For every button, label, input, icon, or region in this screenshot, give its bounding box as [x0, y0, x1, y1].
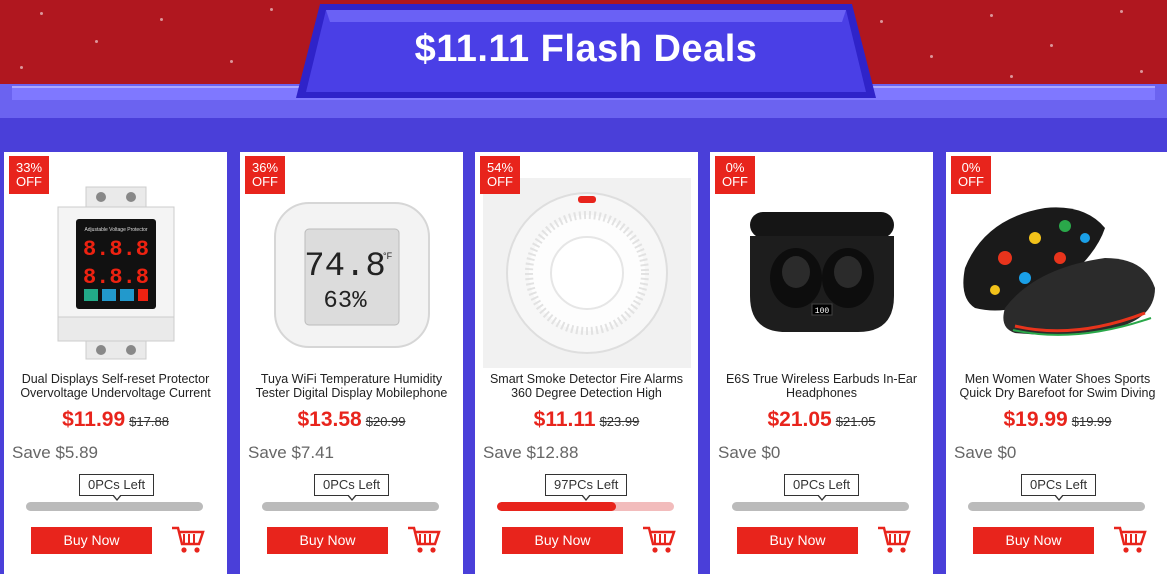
stock-tooltip: 0PCs Left — [314, 474, 390, 501]
wifi-thermometer-hygrometer-icon: 74.8 °F 63% — [274, 202, 430, 348]
savings-text: Save $7.41 — [248, 443, 335, 462]
price-row: $11.99 $17.88 — [4, 408, 227, 432]
stock-progress-fill — [497, 502, 616, 511]
stock-tooltip: 0PCs Left — [1021, 474, 1097, 501]
smoke-detector-icon — [506, 192, 668, 354]
stage-shadow — [0, 118, 1167, 138]
stock-progress-bar — [26, 502, 203, 511]
svg-text:Adjustable Voltage Protector: Adjustable Voltage Protector — [84, 227, 147, 233]
svg-text:63%: 63% — [323, 288, 367, 315]
product-title[interactable]: Smart Smoke Detector Fire Alarms 360 Deg… — [479, 373, 694, 401]
discount-badge: 0% OFF — [951, 156, 991, 194]
stock-tooltip: 0PCs Left — [784, 474, 860, 501]
savings-text: Save $0 — [954, 443, 1017, 462]
product-image[interactable]: Adjustable Voltage Protector 8.8.8 8.8.8 — [12, 178, 220, 368]
buy-now-button[interactable]: Buy Now — [31, 527, 152, 554]
sale-price: $11.11 — [533, 408, 596, 431]
buy-now-button[interactable]: Buy Now — [267, 527, 388, 554]
price-row: $11.11 $23.99 — [475, 408, 698, 432]
product-card[interactable]: 0% OFF Men Women Water Shoes Sports Quick… — [946, 152, 1167, 574]
add-to-cart-icon[interactable] — [877, 524, 911, 556]
product-image[interactable] — [483, 178, 691, 368]
svg-text:100: 100 — [815, 307, 830, 316]
svg-text:°F: °F — [383, 251, 393, 261]
product-image[interactable] — [954, 178, 1162, 368]
buy-now-button[interactable]: Buy Now — [737, 527, 858, 554]
sale-price: $19.99 — [1003, 408, 1068, 431]
stock-progress-bar — [732, 502, 909, 511]
discount-badge: 33% OFF — [9, 156, 49, 194]
product-card[interactable]: 100 0% OFF E6S True Wireless Earbuds In-E… — [710, 152, 933, 574]
sale-price: $11.99 — [62, 408, 126, 431]
sale-price: $21.05 — [767, 408, 832, 431]
product-card[interactable]: Adjustable Voltage Protector 8.8.8 8.8.8… — [4, 152, 227, 574]
product-title[interactable]: Men Women Water Shoes Sports Quick Dry B… — [950, 373, 1165, 401]
savings-text: Save $12.88 — [483, 443, 579, 462]
discount-badge: 0% OFF — [715, 156, 755, 194]
stock-progress-bar — [262, 502, 439, 511]
stock-progress-bar — [497, 502, 674, 511]
original-price: $19.99 — [1071, 414, 1112, 429]
buy-now-button[interactable]: Buy Now — [973, 527, 1094, 554]
price-row: $13.58 $20.99 — [240, 408, 463, 432]
original-price: $23.99 — [599, 414, 640, 429]
din-rail-voltage-protector-icon: Adjustable Voltage Protector 8.8.8 8.8.8 — [57, 186, 175, 360]
product-title[interactable]: Tuya WiFi Temperature Humidity Tester Di… — [244, 373, 459, 401]
product-title[interactable]: E6S True Wireless Earbuds In-Ear Headpho… — [714, 373, 929, 401]
product-title[interactable]: Dual Displays Self-reset Protector Overv… — [8, 373, 223, 401]
stock-progress-bar — [968, 502, 1145, 511]
product-card[interactable]: 54% OFF Smart Smoke Detector Fire Alarms … — [475, 152, 698, 574]
add-to-cart-icon[interactable] — [642, 524, 676, 556]
original-price: $20.99 — [365, 414, 406, 429]
stock-tooltip: 0PCs Left — [79, 474, 155, 501]
sale-price: $13.58 — [297, 408, 362, 431]
svg-text:8.8.8: 8.8.8 — [83, 237, 149, 262]
savings-text: Save $5.89 — [12, 443, 99, 462]
original-price: $21.05 — [835, 414, 876, 429]
product-image[interactable]: 100 — [718, 178, 926, 368]
price-row: $19.99 $19.99 — [946, 408, 1167, 432]
flash-deals-banner: $11.11 Flash Deals — [296, 0, 876, 98]
add-to-cart-icon[interactable] — [407, 524, 441, 556]
discount-badge: 36% OFF — [245, 156, 285, 194]
price-row: $21.05 $21.05 — [710, 408, 933, 432]
add-to-cart-icon[interactable] — [171, 524, 205, 556]
savings-text: Save $0 — [718, 443, 781, 462]
discount-badge: 54% OFF — [480, 156, 520, 194]
product-image[interactable]: 74.8 °F 63% — [248, 178, 456, 368]
buy-now-button[interactable]: Buy Now — [502, 527, 623, 554]
svg-text:74.8: 74.8 — [304, 248, 386, 286]
original-price: $17.88 — [129, 414, 169, 429]
page-title: $11.11 Flash Deals — [414, 28, 758, 70]
add-to-cart-icon[interactable] — [1113, 524, 1147, 556]
svg-text:8.8.8: 8.8.8 — [83, 265, 149, 290]
wireless-earbuds-icon: 100 — [750, 212, 894, 332]
product-card[interactable]: 74.8 °F 63% 36% OFF Tuya WiFi Temperature… — [240, 152, 463, 574]
stock-tooltip: 97PCs Left — [545, 474, 628, 501]
water-shoes-icon — [963, 207, 1155, 336]
